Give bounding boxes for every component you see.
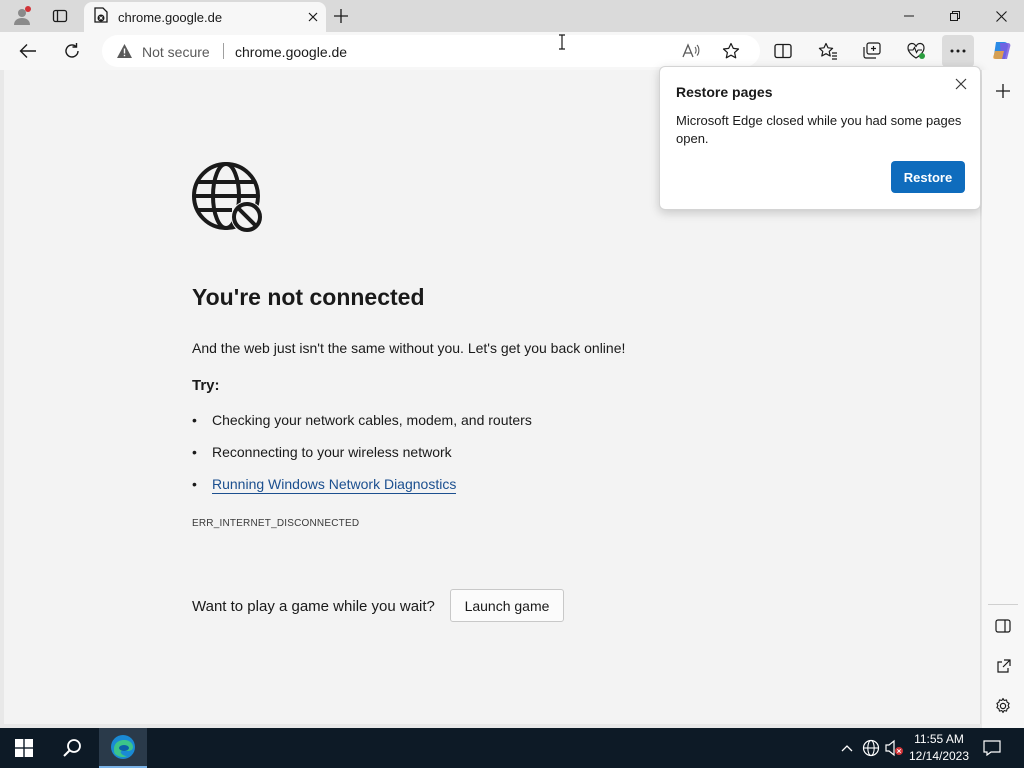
tab-active[interactable]: chrome.google.de bbox=[84, 2, 326, 32]
favorites-button[interactable] bbox=[812, 35, 844, 67]
hide-sidebar-icon[interactable] bbox=[988, 611, 1018, 641]
bullet: • bbox=[192, 444, 197, 460]
security-label[interactable]: Not secure bbox=[142, 44, 210, 60]
add-sidebar-app-icon[interactable] bbox=[988, 76, 1018, 106]
taskbar: 11:55 AM 12/14/2023 bbox=[0, 728, 1024, 768]
bullet: • bbox=[192, 412, 197, 428]
split-screen-button[interactable] bbox=[767, 35, 799, 67]
suggestion-text: Checking your network cables, modem, and… bbox=[212, 412, 532, 428]
read-aloud-icon[interactable] bbox=[678, 39, 704, 63]
launch-game-button[interactable]: Launch game bbox=[450, 589, 564, 622]
copilot-icon[interactable] bbox=[986, 35, 1018, 67]
url-text[interactable]: chrome.google.de bbox=[235, 44, 347, 60]
text-cursor-icon bbox=[557, 34, 567, 50]
open-external-icon[interactable] bbox=[988, 651, 1018, 681]
volume-muted-icon[interactable] bbox=[884, 738, 904, 758]
back-button[interactable] bbox=[12, 35, 44, 67]
chevron-up-icon[interactable] bbox=[837, 738, 857, 758]
refresh-button[interactable] bbox=[56, 35, 88, 67]
minimize-button[interactable] bbox=[886, 0, 932, 32]
network-globe-icon[interactable] bbox=[861, 738, 881, 758]
game-prompt: Want to play a game while you wait? bbox=[192, 598, 435, 615]
sidebar-divider bbox=[988, 604, 1018, 605]
taskbar-clock[interactable]: 11:55 AM 12/14/2023 bbox=[906, 731, 972, 765]
favorite-star-icon[interactable] bbox=[718, 39, 744, 63]
notification-icon[interactable] bbox=[982, 738, 1002, 758]
profile-icon[interactable] bbox=[8, 4, 36, 28]
popup-close-icon[interactable] bbox=[950, 73, 972, 95]
popup-title: Restore pages bbox=[676, 84, 773, 100]
restore-button[interactable]: Restore bbox=[891, 161, 965, 193]
sidebar-settings-gear-icon[interactable] bbox=[988, 691, 1018, 721]
browser-essentials-button[interactable] bbox=[900, 35, 932, 67]
collections-button[interactable] bbox=[856, 35, 888, 67]
warning-icon[interactable] bbox=[116, 43, 133, 64]
tab-title: chrome.google.de bbox=[118, 9, 223, 25]
clock-date: 12/14/2023 bbox=[908, 749, 970, 763]
page-title: You're not connected bbox=[192, 284, 425, 310]
globe-blocked-icon bbox=[192, 162, 266, 236]
page-error-icon bbox=[94, 6, 108, 28]
clock-time: 11:55 AM bbox=[914, 732, 964, 746]
tab-close-icon[interactable] bbox=[300, 4, 326, 30]
settings-more-button[interactable] bbox=[942, 35, 974, 67]
address-bar[interactable]: Not secure chrome.google.de bbox=[102, 35, 760, 67]
try-label: Try: bbox=[192, 377, 220, 394]
bullet: • bbox=[192, 476, 197, 492]
windows-start-icon[interactable] bbox=[0, 728, 48, 768]
edge-sidebar bbox=[982, 70, 1024, 728]
restore-pages-popup: Restore pages Microsoft Edge closed whil… bbox=[659, 66, 981, 210]
edge-taskbar-icon[interactable] bbox=[99, 728, 147, 768]
error-code: ERR_INTERNET_DISCONNECTED bbox=[192, 518, 360, 529]
title-bar: chrome.google.de bbox=[0, 0, 1024, 32]
suggestion-text: Reconnecting to your wireless network bbox=[212, 444, 452, 460]
popup-message: Microsoft Edge closed while you had some… bbox=[676, 113, 962, 146]
network-diagnostics-link[interactable]: Running Windows Network Diagnostics bbox=[212, 476, 457, 494]
restore-window-button[interactable] bbox=[932, 0, 978, 32]
close-window-button[interactable] bbox=[978, 0, 1024, 32]
search-icon[interactable] bbox=[48, 728, 96, 768]
address-separator bbox=[223, 43, 224, 59]
toolbar: Not secure chrome.google.de bbox=[0, 32, 1024, 70]
tab-actions-icon[interactable] bbox=[46, 4, 74, 28]
error-description: And the web just isn't the same without … bbox=[192, 340, 626, 356]
new-tab-button[interactable] bbox=[328, 4, 354, 28]
